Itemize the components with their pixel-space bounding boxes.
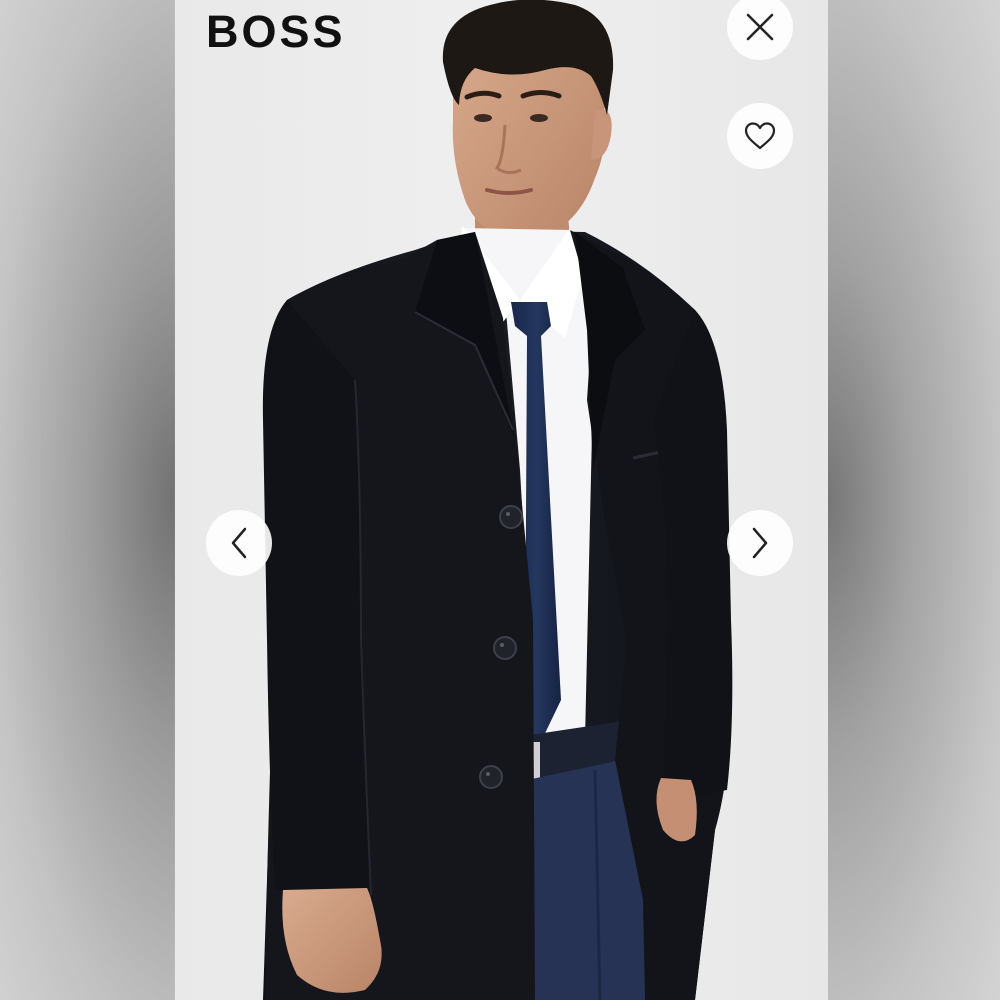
chevron-right-icon (752, 527, 768, 559)
right-blurred-backdrop (828, 0, 1000, 1000)
product-image-panel: BOSS (175, 0, 828, 1000)
left-blurred-backdrop (0, 0, 175, 1000)
next-image-button[interactable] (727, 510, 793, 576)
chevron-left-icon (231, 527, 247, 559)
previous-image-button[interactable] (206, 510, 272, 576)
favorite-button[interactable] (727, 103, 793, 169)
brand-logo[interactable]: BOSS (206, 6, 346, 58)
close-icon (746, 13, 774, 41)
heart-outline-icon (744, 122, 776, 150)
viewer-frame: BOSS (0, 0, 1000, 1000)
